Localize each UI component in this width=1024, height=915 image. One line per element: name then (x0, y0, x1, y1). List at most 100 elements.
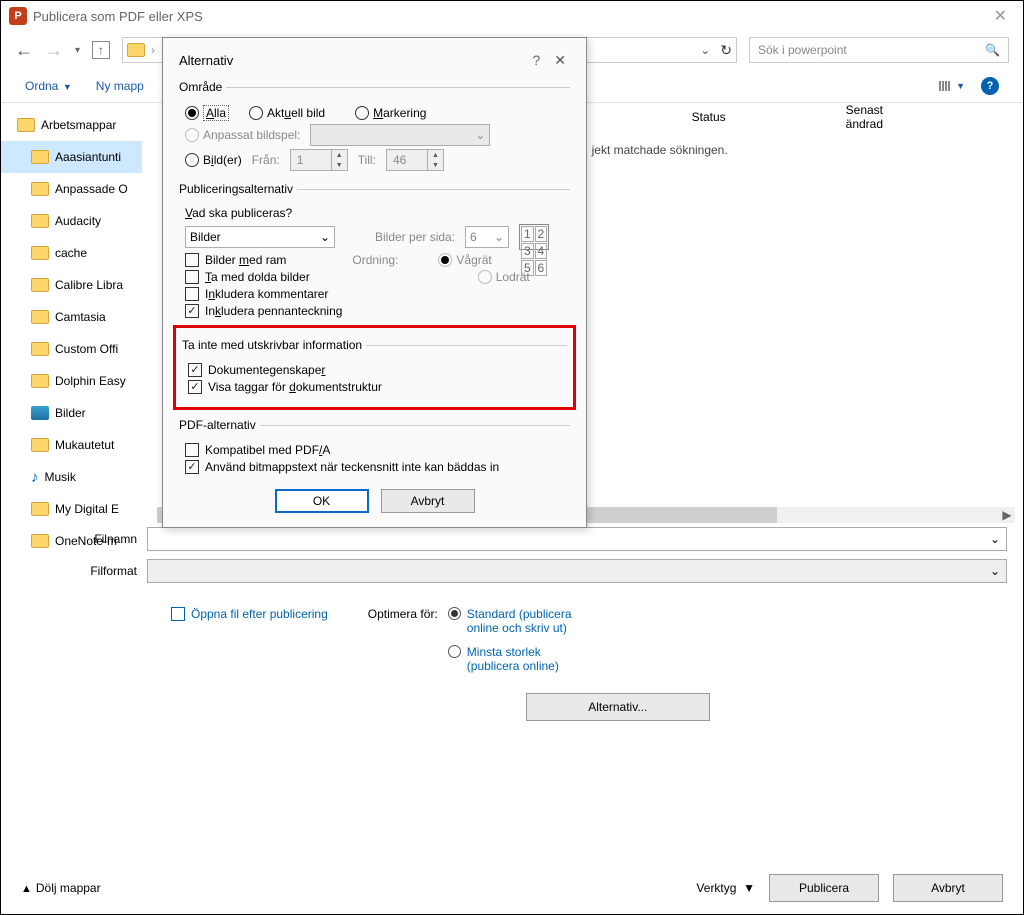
scroll-right-icon[interactable]: ▶ (999, 507, 1015, 523)
folder-icon (31, 310, 49, 324)
refresh-icon[interactable]: ↻ (720, 42, 732, 59)
tree-item[interactable]: Anpassade O (31, 173, 142, 205)
open-after-checkbox[interactable]: Öppna fil efter publicering (171, 607, 328, 621)
history-dropdown-icon[interactable]: ▾ (75, 45, 80, 56)
tree-item[interactable]: Custom Offi (31, 333, 142, 365)
range-to-label: Till: (358, 153, 376, 167)
forward-icon[interactable]: → (45, 40, 63, 61)
hide-folders-button[interactable]: ▲Dölj mappar (21, 881, 101, 895)
range-slides-radio[interactable]: Bild(er) (185, 153, 242, 167)
chevron-down-icon[interactable]: ⌄ (700, 43, 710, 57)
close-icon[interactable]: ✕ (986, 6, 1015, 26)
tree-label: Calibre Libra (55, 278, 123, 292)
folder-icon (31, 278, 49, 292)
tree-label: Dolphin Easy (55, 374, 126, 388)
ink-checkbox[interactable]: Inkludera pennanteckning (185, 304, 342, 318)
optimize-standard-radio[interactable]: Standard (publicera online och skriv ut) (448, 607, 710, 635)
tree-item[interactable]: Mukautetut (31, 429, 142, 461)
tree-item[interactable]: Dolphin Easy (31, 365, 142, 397)
tree-label: Mukautetut (55, 438, 114, 452)
fileformat-combo[interactable]: ⌄ (147, 559, 1007, 583)
tree-item[interactable]: My Digital E (31, 493, 142, 525)
view-options-button[interactable]: ▼ (939, 81, 965, 91)
order-horizontal-radio: Vågrät (438, 253, 491, 267)
new-folder-button[interactable]: Ny mapp (96, 79, 144, 93)
bitmap-checkbox[interactable]: Använd bitmappstext när teckensnitt inte… (185, 460, 499, 474)
comments-checkbox[interactable]: Inkludera kommentarer (185, 287, 328, 301)
opt-min-line2: (publicera online) (467, 659, 559, 673)
publish-legend: Publiceringsalternativ (179, 182, 297, 196)
per-page-label: Bilder per sida: (375, 230, 455, 244)
tree-item[interactable]: Bilder (31, 397, 142, 429)
nonprint-highlight: Ta inte med utskrivbar information Dokum… (173, 325, 576, 410)
tree-root[interactable]: Arbetsmappar (17, 109, 142, 141)
range-current-radio[interactable]: Aktuell bild (249, 106, 325, 120)
tree-item[interactable]: cache (31, 237, 142, 269)
chevron-down-icon[interactable]: ⌄ (320, 230, 330, 244)
options-title-bar: Alternativ ? ✕ (179, 48, 570, 72)
publish-button[interactable]: Publicera (769, 874, 879, 902)
organize-button[interactable]: Ordna ▼ (25, 79, 72, 93)
pdfa-checkbox[interactable]: Kompatibel med PDF/A (185, 443, 330, 457)
tree-item[interactable]: Audacity (31, 205, 142, 237)
hidden-checkbox[interactable]: Ta med dolda bilder (185, 270, 310, 284)
folder-icon (31, 438, 49, 452)
frame-checkbox[interactable]: Bilder med ram (185, 253, 286, 267)
search-input[interactable]: Sök i powerpoint 🔍 (749, 37, 1009, 63)
folder-icon (127, 43, 145, 57)
tree-item[interactable]: Camtasia (31, 301, 142, 333)
opt-std-line1: Standard (publicera (467, 607, 572, 621)
cancel-button[interactable]: Avbryt (893, 874, 1003, 902)
up-icon[interactable]: ↑ (92, 41, 110, 59)
tree-item[interactable]: Calibre Libra (31, 269, 142, 301)
ok-button[interactable]: OK (275, 489, 369, 513)
range-all-radio[interactable]: Alla (185, 105, 229, 121)
optimize-minimum-radio[interactable]: Minsta storlek (publicera online) (448, 645, 710, 673)
tree-item[interactable]: OneNote-m (31, 525, 142, 557)
order-vertical-radio: Lodrät (478, 270, 530, 284)
fileformat-label: Filformat (17, 564, 137, 578)
help-icon[interactable]: ? (522, 52, 550, 68)
tree-label: Custom Offi (55, 342, 118, 356)
optimize-label: Optimera för: (368, 607, 438, 721)
help-icon[interactable]: ? (981, 77, 999, 95)
tree-label: My Digital E (55, 502, 119, 516)
chevron-down-icon: ⌄ (494, 230, 504, 244)
window-title: Publicera som PDF eller XPS (33, 9, 203, 24)
opt-min-line1: Minsta storlek (467, 645, 559, 659)
folder-icon (31, 342, 49, 356)
doc-tags-checkbox[interactable]: Visa taggar för dokumentstruktur (188, 380, 382, 394)
pictures-icon (31, 406, 49, 420)
order-label: Ordning: (352, 253, 398, 267)
music-icon: ♪ (31, 469, 39, 486)
tree-label: Anpassade O (55, 182, 128, 196)
nonprint-legend: Ta inte med utskrivbar information (182, 338, 366, 352)
column-status[interactable]: Status (692, 110, 726, 124)
close-icon[interactable]: ✕ (550, 52, 570, 69)
chevron-down-icon[interactable]: ⌄ (990, 532, 1000, 546)
options-button[interactable]: Alternativ... (526, 693, 710, 721)
folder-icon (31, 502, 49, 516)
fileformat-row: Filformat ⌄ (1, 555, 1023, 587)
tools-menu[interactable]: Verktyg ▼ (696, 881, 755, 895)
publish-what-combo[interactable]: Bilder⌄ (185, 226, 335, 248)
tree-item[interactable]: ♪ Musik (31, 461, 142, 493)
folder-tree: Arbetsmappar Aaasiantunti Anpassade O Au… (1, 103, 142, 523)
modal-cancel-button[interactable]: Avbryt (381, 489, 475, 513)
doc-props-checkbox[interactable]: Dokumentegenskaper (188, 363, 325, 377)
tree-label: cache (55, 246, 87, 260)
column-modified[interactable]: Senast ändrad (846, 103, 883, 131)
range-from-label: Från: (252, 153, 280, 167)
chevron-down-icon[interactable]: ⌄ (990, 564, 1000, 578)
tree-item[interactable]: Aaasiantunti (1, 141, 142, 173)
nonprint-group: Ta inte med utskrivbar information Dokum… (182, 338, 567, 397)
save-dialog-window: P Publicera som PDF eller XPS ✕ ← → ▾ ↑ … (0, 0, 1024, 915)
range-selection-radio[interactable]: Markering (355, 106, 426, 120)
tree-label: Musik (45, 470, 76, 484)
range-from-spinner: 1▲▼ (290, 149, 348, 171)
options-title: Alternativ (179, 53, 233, 68)
folder-icon (17, 118, 35, 132)
filename-input[interactable]: ⌄ (147, 527, 1007, 551)
back-icon[interactable]: ← (15, 40, 33, 61)
range-legend: Område (179, 80, 226, 94)
